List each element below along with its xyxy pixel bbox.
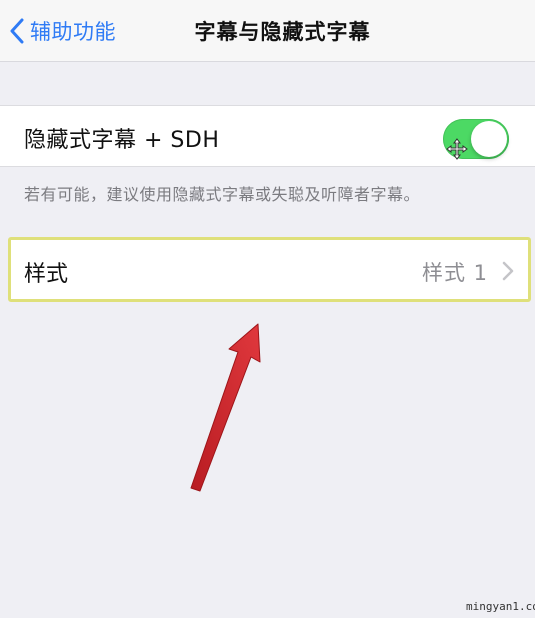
style-row[interactable]: 样式 样式 1 — [8, 237, 531, 302]
toggle-knob — [471, 121, 507, 157]
sdh-footnote: 若有可能，建议使用隐藏式字幕或失聪及听障者字幕。 — [24, 185, 421, 204]
watermark: mingyan1.com — [466, 600, 535, 613]
settings-screen: 辅助功能 字幕与隐藏式字幕 隐藏式字幕 + SDH 若有可能，建议使用隐藏式字幕… — [0, 0, 535, 618]
sdh-label: 隐藏式字幕 + SDH — [24, 128, 220, 153]
style-label: 样式 — [24, 262, 69, 287]
navigation-bar: 辅助功能 字幕与隐藏式字幕 — [0, 0, 535, 62]
annotation-arrow — [190, 323, 261, 492]
chevron-right-icon — [502, 261, 514, 285]
move-cursor-icon — [446, 138, 468, 160]
page-title: 字幕与隐藏式字幕 — [194, 20, 371, 44]
style-value: 样式 1 — [421, 261, 488, 285]
